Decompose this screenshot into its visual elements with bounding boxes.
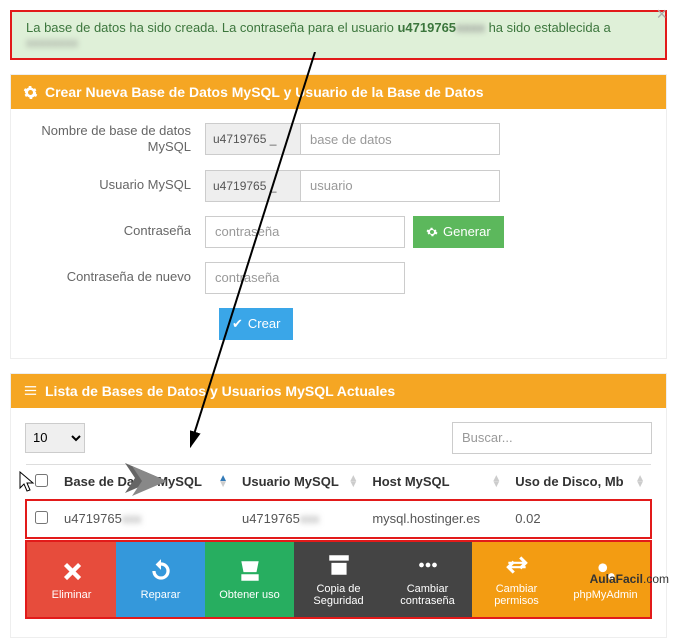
alert-user-blur: xxxx (456, 20, 485, 35)
create-db-body: Nombre de base de datos MySQL u4719765 _… (11, 109, 666, 358)
cell-user: u4719765 (242, 511, 300, 526)
backup-button[interactable]: Copia de Seguridad (294, 542, 383, 617)
alert-user: u4719765 (397, 20, 456, 35)
row-checkbox[interactable] (35, 511, 48, 524)
change-permissions-button[interactable]: Cambiar permisos (472, 542, 561, 617)
pass2-input[interactable] (205, 262, 405, 294)
list-icon (23, 383, 38, 398)
pass-input[interactable] (205, 216, 405, 248)
db-table: Base de Datos MySQL▲▼ Usuario MySQL▲▼ Ho… (25, 464, 652, 539)
search-input[interactable] (452, 422, 652, 454)
dots-icon (415, 552, 441, 578)
col-checkbox (26, 464, 56, 500)
db-list-body: 10 Base de Datos MySQL▲▼ Usuario MySQL▲▼… (11, 408, 666, 637)
gears-icon (23, 85, 38, 100)
user-prefix: u4719765 _ (205, 170, 300, 202)
col-user[interactable]: Usuario MySQL▲▼ (234, 464, 364, 500)
close-icon[interactable]: × (656, 4, 667, 25)
delete-button[interactable]: Eliminar (27, 542, 116, 617)
cell-disk: 0.02 (507, 500, 651, 538)
close-icon (59, 558, 85, 584)
cell-host: mysql.hostinger.es (364, 500, 507, 538)
table-row[interactable]: u4719765xxx u4719765xxx mysql.hostinger.… (26, 500, 651, 538)
repair-button[interactable]: Reparar (116, 542, 205, 617)
watermark: AulaFacil.com (590, 572, 669, 586)
success-alert: La base de datos ha sido creada. La cont… (10, 10, 667, 60)
swap-icon (504, 552, 530, 578)
gear-icon (426, 226, 438, 238)
col-disk[interactable]: Uso de Disco, Mb▲▼ (507, 464, 651, 500)
create-db-title: Crear Nueva Base de Datos MySQL y Usuari… (45, 84, 484, 100)
alert-text-2: ha sido establecida a (485, 20, 611, 35)
db-list-title: Lista de Bases de Datos y Usuarios MySQL… (45, 383, 395, 399)
db-list-header: Lista de Bases de Datos y Usuarios MySQL… (11, 374, 666, 408)
dbname-label: Nombre de base de datos MySQL (25, 123, 205, 156)
generate-button[interactable]: Generar (413, 216, 504, 248)
row-actions: Eliminar Reparar Obtener uso Copia de Se… (25, 540, 652, 619)
db-list-panel: Lista de Bases de Datos y Usuarios MySQL… (10, 373, 667, 638)
generate-label: Generar (443, 224, 491, 239)
archive-icon (326, 552, 352, 578)
change-password-button[interactable]: Cambiar contraseña (383, 542, 472, 617)
cell-db: u4719765 (64, 511, 122, 526)
disk-icon (237, 558, 263, 584)
alert-text-1: La base de datos ha sido creada. La cont… (26, 20, 397, 35)
alert-pass-blur: xxxxxxxx (26, 35, 78, 50)
create-db-header: Crear Nueva Base de Datos MySQL y Usuari… (11, 75, 666, 109)
page-size-select[interactable]: 10 (25, 423, 85, 453)
create-label: Crear (248, 316, 281, 331)
create-db-panel: Crear Nueva Base de Datos MySQL y Usuari… (10, 74, 667, 359)
pass-label: Contraseña (25, 223, 205, 239)
pass2-label: Contraseña de nuevo (25, 269, 205, 285)
select-all-checkbox[interactable] (35, 474, 48, 487)
col-host[interactable]: Host MySQL▲▼ (364, 464, 507, 500)
check-icon: ✔ (232, 316, 243, 332)
user-label: Usuario MySQL (25, 177, 205, 193)
dbname-input[interactable] (300, 123, 500, 155)
user-input[interactable] (300, 170, 500, 202)
col-db[interactable]: Base de Datos MySQL▲▼ (56, 464, 234, 500)
usage-button[interactable]: Obtener uso (205, 542, 294, 617)
dbname-prefix: u4719765 _ (205, 123, 300, 155)
refresh-icon (148, 558, 174, 584)
create-button[interactable]: ✔ Crear (219, 308, 293, 340)
